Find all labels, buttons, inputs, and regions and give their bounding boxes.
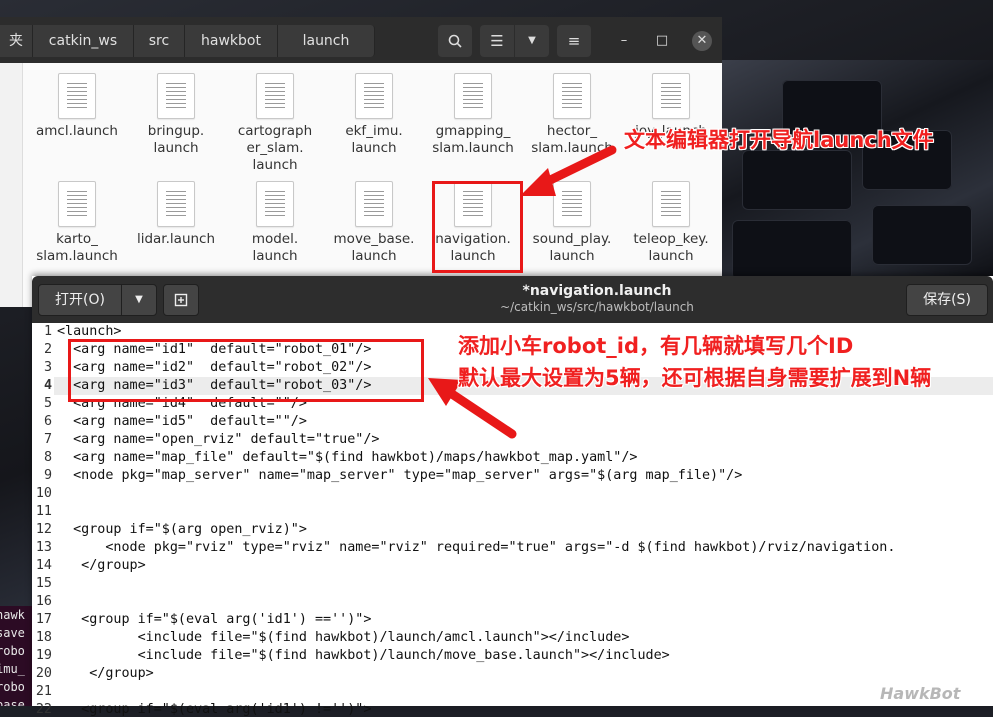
arrow-to-robot-ids xyxy=(441,385,517,439)
annotation-robot-id: 添加小车robot_id，有几辆就填写几个ID xyxy=(458,334,854,358)
annotation-max-robots: 默认最大设置为5辆，还可根据自身需要扩展到N辆 xyxy=(458,366,932,390)
arrow-head xyxy=(520,168,556,196)
annotation-open-file: 文本编辑器打开导航launch文件 xyxy=(624,128,934,152)
watermark: HawkBot xyxy=(880,684,961,703)
